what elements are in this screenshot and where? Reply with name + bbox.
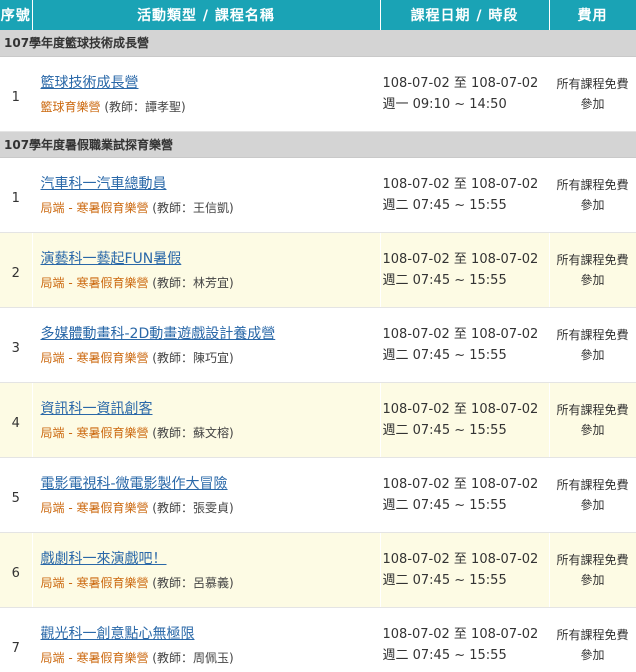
table-header-row: 序號 活動類型 / 課程名稱 課程日期 / 時段 費用 — [0, 0, 636, 30]
course-number: 4 — [0, 382, 33, 458]
course-date-cell: 108-07-02 至 108-07-02 週二 07:45 ~ 15:55 — [380, 607, 550, 672]
course-organizer: 局端 - 寒暑假育樂營 — [40, 201, 149, 215]
course-subtitle: 局端 - 寒暑假育樂營 (教師：張雯貞) — [41, 501, 234, 515]
course-time-slot: 週二 07:45 ~ 15:55 — [382, 647, 507, 663]
course-number: 5 — [0, 457, 33, 533]
course-number: 7 — [0, 607, 33, 672]
table-row: 5 電影電視科-微電影製作大冒險 局端 - 寒暑假育樂營 (教師：張雯貞) 10… — [0, 457, 636, 533]
course-title-link[interactable]: 戲劇科一來演戲吧！ — [41, 548, 167, 568]
table-row: 3 多媒體動畫科-2D動畫遊戲設計養成營 局端 - 寒暑假育樂營 (教師：陳巧宜… — [0, 307, 636, 383]
course-cell: 演藝科一藝起FUN暑假 局端 - 寒暑假育樂營 (教師：林芳宜) — [32, 232, 381, 308]
course-teacher: (教師：張雯貞) — [152, 501, 234, 515]
table-body: 107學年度籃球技術成長營 1 籃球技術成長營 籃球育樂營 (教師：譚孝聖) 1… — [0, 30, 636, 672]
course-title-link[interactable]: 籃球技術成長營 — [41, 72, 139, 92]
course-cell: 資訊科一資訊創客 局端 - 寒暑假育樂營 (教師：蘇文榕) — [32, 382, 381, 458]
course-fee: 所有課程免費參加 — [549, 457, 636, 533]
course-date-range: 108-07-02 至 108-07-02 — [382, 551, 539, 567]
course-number: 1 — [0, 56, 33, 132]
course-time-slot: 週二 07:45 ~ 15:55 — [382, 572, 507, 588]
course-date-range: 108-07-02 至 108-07-02 — [382, 401, 539, 417]
course-teacher: (教師：周佩玉) — [152, 651, 234, 665]
course-cell: 觀光科一創意點心無極限 局端 - 寒暑假育樂營 (教師：周佩玉) — [32, 607, 381, 672]
course-teacher: (教師：王信凱) — [152, 201, 234, 215]
header-no: 序號 — [0, 0, 33, 30]
table-row: 2 演藝科一藝起FUN暑假 局端 - 寒暑假育樂營 (教師：林芳宜) 108-0… — [0, 232, 636, 308]
course-teacher: (教師：林芳宜) — [152, 276, 234, 290]
table-row: 1 籃球技術成長營 籃球育樂營 (教師：譚孝聖) 108-07-02 至 108… — [0, 56, 636, 132]
course-time-slot: 週二 07:45 ~ 15:55 — [382, 497, 507, 513]
course-organizer: 局端 - 寒暑假育樂營 — [40, 426, 149, 440]
course-subtitle: 局端 - 寒暑假育樂營 (教師：王信凱) — [41, 201, 234, 215]
course-number: 2 — [0, 232, 33, 308]
course-organizer: 局端 - 寒暑假育樂營 — [40, 276, 149, 290]
course-time-slot: 週一 09:10 ~ 14:50 — [382, 96, 507, 112]
course-date-cell: 108-07-02 至 108-07-02 週二 07:45 ~ 15:55 — [380, 532, 550, 608]
course-organizer: 局端 - 寒暑假育樂營 — [40, 651, 149, 665]
course-teacher: (教師：陳巧宜) — [152, 351, 234, 365]
course-fee: 所有課程免費參加 — [549, 607, 636, 672]
course-date-range: 108-07-02 至 108-07-02 — [382, 176, 539, 192]
course-date-range: 108-07-02 至 108-07-02 — [382, 75, 539, 91]
course-title-link[interactable]: 汽車科一汽車總動員 — [41, 173, 167, 193]
course-date-range: 108-07-02 至 108-07-02 — [382, 326, 539, 342]
course-time-slot: 週二 07:45 ~ 15:55 — [382, 347, 507, 363]
course-number: 6 — [0, 532, 33, 608]
course-date-cell: 108-07-02 至 108-07-02 週二 07:45 ~ 15:55 — [380, 232, 550, 308]
table-row: 4 資訊科一資訊創客 局端 - 寒暑假育樂營 (教師：蘇文榕) 108-07-0… — [0, 382, 636, 458]
course-subtitle: 局端 - 寒暑假育樂營 (教師：呂慕義) — [41, 576, 234, 590]
course-date-cell: 108-07-02 至 108-07-02 週二 07:45 ~ 15:55 — [380, 457, 550, 533]
course-fee: 所有課程免費參加 — [549, 232, 636, 308]
course-title-link[interactable]: 觀光科一創意點心無極限 — [41, 623, 195, 643]
group-row: 107學年度籃球技術成長營 — [0, 30, 636, 57]
course-fee: 所有課程免費參加 — [549, 532, 636, 608]
course-date-range: 108-07-02 至 108-07-02 — [382, 476, 539, 492]
course-title-link[interactable]: 電影電視科-微電影製作大冒險 — [41, 473, 228, 493]
course-time-slot: 週二 07:45 ~ 15:55 — [382, 197, 507, 213]
course-teacher: (教師：蘇文榕) — [152, 426, 234, 440]
table-row: 7 觀光科一創意點心無極限 局端 - 寒暑假育樂營 (教師：周佩玉) 108-0… — [0, 607, 636, 672]
course-title-link[interactable]: 演藝科一藝起FUN暑假 — [41, 248, 182, 268]
course-fee: 所有課程免費參加 — [549, 157, 636, 233]
course-cell: 電影電視科-微電影製作大冒險 局端 - 寒暑假育樂營 (教師：張雯貞) — [32, 457, 381, 533]
course-subtitle: 籃球育樂營 (教師：譚孝聖) — [41, 100, 186, 114]
table-row: 6 戲劇科一來演戲吧！ 局端 - 寒暑假育樂營 (教師：呂慕義) 108-07-… — [0, 532, 636, 608]
course-title-link[interactable]: 資訊科一資訊創客 — [41, 398, 153, 418]
course-time-slot: 週二 07:45 ~ 15:55 — [382, 422, 507, 438]
group-title: 107學年度籃球技術成長營 — [0, 30, 636, 57]
header-name: 活動類型 / 課程名稱 — [32, 0, 381, 30]
course-organizer: 籃球育樂營 — [40, 100, 101, 114]
course-time-slot: 週二 07:45 ~ 15:55 — [382, 272, 507, 288]
course-cell: 多媒體動畫科-2D動畫遊戲設計養成營 局端 - 寒暑假育樂營 (教師：陳巧宜) — [32, 307, 381, 383]
course-organizer: 局端 - 寒暑假育樂營 — [40, 351, 149, 365]
course-fee: 所有課程免費參加 — [549, 307, 636, 383]
table-row: 1 汽車科一汽車總動員 局端 - 寒暑假育樂營 (教師：王信凱) 108-07-… — [0, 157, 636, 233]
group-row: 107學年度暑假職業試探育樂營 — [0, 131, 636, 158]
course-cell: 汽車科一汽車總動員 局端 - 寒暑假育樂營 (教師：王信凱) — [32, 157, 381, 233]
header-fee: 費用 — [549, 0, 636, 30]
course-organizer: 局端 - 寒暑假育樂營 — [40, 501, 149, 515]
course-subtitle: 局端 - 寒暑假育樂營 (教師：周佩玉) — [41, 651, 234, 665]
course-date-cell: 108-07-02 至 108-07-02 週二 07:45 ~ 15:55 — [380, 157, 550, 233]
course-teacher: (教師：呂慕義) — [152, 576, 234, 590]
course-subtitle: 局端 - 寒暑假育樂營 (教師：蘇文榕) — [41, 426, 234, 440]
course-table: 序號 活動類型 / 課程名稱 課程日期 / 時段 費用 107學年度籃球技術成長… — [0, 0, 636, 672]
course-date-range: 108-07-02 至 108-07-02 — [382, 251, 539, 267]
course-organizer: 局端 - 寒暑假育樂營 — [40, 576, 149, 590]
course-date-cell: 108-07-02 至 108-07-02 週一 09:10 ~ 14:50 — [380, 56, 550, 132]
group-title: 107學年度暑假職業試探育樂營 — [0, 131, 636, 158]
course-cell: 籃球技術成長營 籃球育樂營 (教師：譚孝聖) — [32, 56, 381, 132]
course-date-range: 108-07-02 至 108-07-02 — [382, 626, 539, 642]
course-fee: 所有課程免費參加 — [549, 56, 636, 132]
course-date-cell: 108-07-02 至 108-07-02 週二 07:45 ~ 15:55 — [380, 307, 550, 383]
course-number: 1 — [0, 157, 33, 233]
course-date-cell: 108-07-02 至 108-07-02 週二 07:45 ~ 15:55 — [380, 382, 550, 458]
course-teacher: (教師：譚孝聖) — [104, 100, 186, 114]
course-number: 3 — [0, 307, 33, 383]
course-subtitle: 局端 - 寒暑假育樂營 (教師：陳巧宜) — [41, 351, 234, 365]
course-fee: 所有課程免費參加 — [549, 382, 636, 458]
course-cell: 戲劇科一來演戲吧！ 局端 - 寒暑假育樂營 (教師：呂慕義) — [32, 532, 381, 608]
course-title-link[interactable]: 多媒體動畫科-2D動畫遊戲設計養成營 — [41, 323, 276, 343]
course-subtitle: 局端 - 寒暑假育樂營 (教師：林芳宜) — [41, 276, 234, 290]
header-date: 課程日期 / 時段 — [380, 0, 550, 30]
